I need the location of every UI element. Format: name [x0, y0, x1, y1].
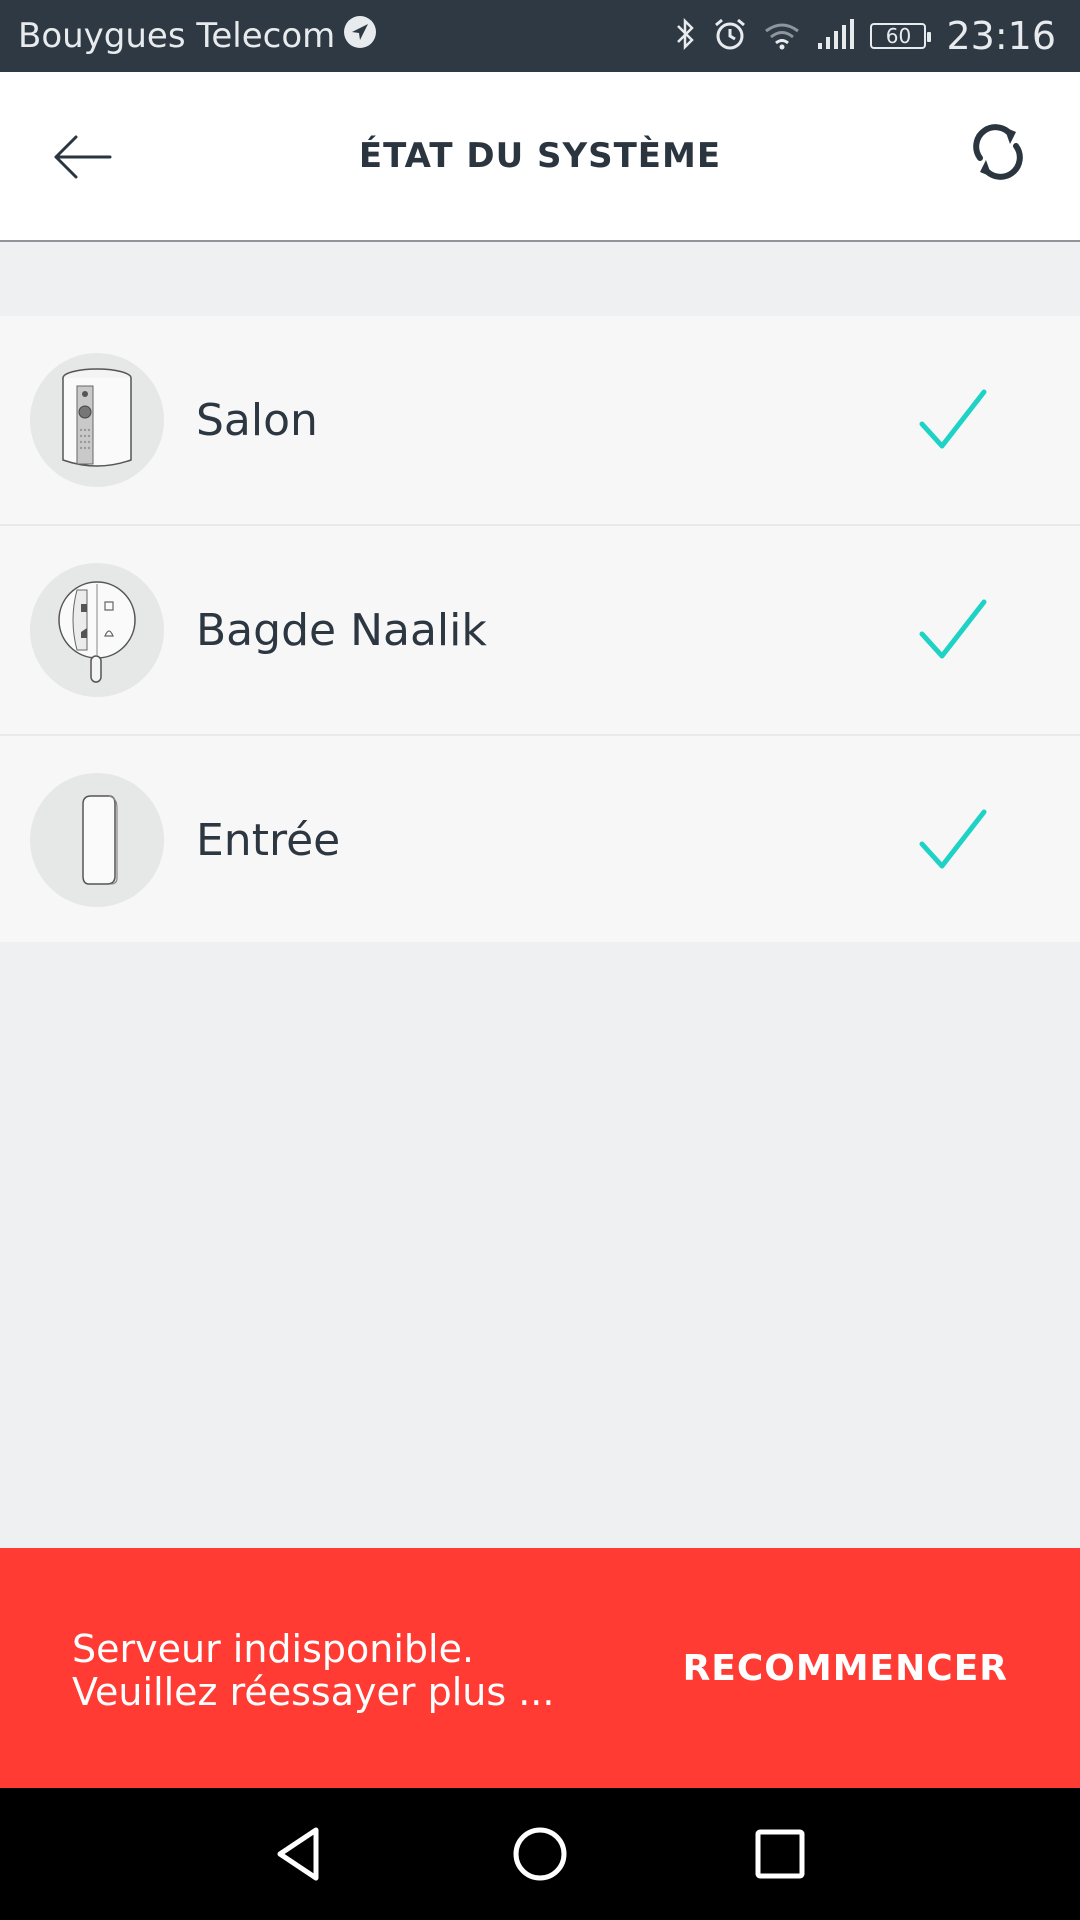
camera-device-icon	[30, 353, 164, 487]
device-row-salon[interactable]: Salon	[0, 316, 1080, 526]
navigation-bar	[0, 1788, 1080, 1920]
status-bar: Bouygues Telecom 60 23:16	[0, 0, 1080, 72]
app-header: ÉTAT DU SYSTÈME	[0, 72, 1080, 242]
alarm-icon	[712, 16, 748, 56]
arrow-left-icon	[54, 135, 112, 179]
device-row-bagde-naalik[interactable]: Bagde Naalik	[0, 526, 1080, 736]
clock: 23:16	[946, 14, 1056, 58]
key-fob-badge-icon	[30, 563, 164, 697]
refresh-button[interactable]	[964, 118, 1032, 186]
snackbar-message: Serveur indisponible. Veuillez réessayer…	[72, 1628, 612, 1714]
nav-home-button[interactable]	[504, 1818, 576, 1890]
bluetooth-icon	[674, 16, 698, 56]
checkmark-icon	[919, 599, 987, 659]
circle-home-icon	[513, 1827, 567, 1881]
checkmark-icon	[919, 809, 987, 869]
nav-back-button[interactable]	[264, 1818, 336, 1890]
wifi-icon	[762, 17, 802, 55]
snackbar-message-line1: Serveur indisponible.	[72, 1627, 475, 1671]
device-row-entree[interactable]: Entrée	[0, 736, 1080, 942]
retry-button[interactable]: RECOMMENCER	[683, 1548, 1008, 1788]
device-list: Salon Bagde Naalik Entrée	[0, 316, 1080, 942]
snackbar-message-line2: Veuillez réessayer plus ...	[72, 1670, 555, 1714]
checkmark-icon	[919, 389, 987, 449]
page-title: ÉTAT DU SYSTÈME	[358, 136, 722, 176]
device-name: Entrée	[196, 814, 341, 866]
status-icons: 60 23:16	[674, 0, 1056, 72]
square-recents-icon	[755, 1829, 805, 1879]
battery-level: 60	[885, 24, 912, 48]
device-name: Salon	[196, 394, 318, 446]
triangle-back-icon	[277, 1827, 319, 1881]
battery-icon: 60	[870, 23, 932, 49]
back-button[interactable]	[48, 122, 118, 192]
refresh-icon	[973, 124, 1023, 180]
door-sensor-icon	[30, 773, 164, 907]
error-snackbar: Serveur indisponible. Veuillez réessayer…	[0, 1548, 1080, 1788]
device-name: Bagde Naalik	[196, 604, 487, 656]
nav-recents-button[interactable]	[744, 1818, 816, 1890]
signal-icon	[816, 17, 856, 55]
carrier-info: Bouygues Telecom	[18, 0, 377, 72]
location-arrow-icon	[343, 15, 377, 58]
carrier-name: Bouygues Telecom	[18, 16, 336, 56]
